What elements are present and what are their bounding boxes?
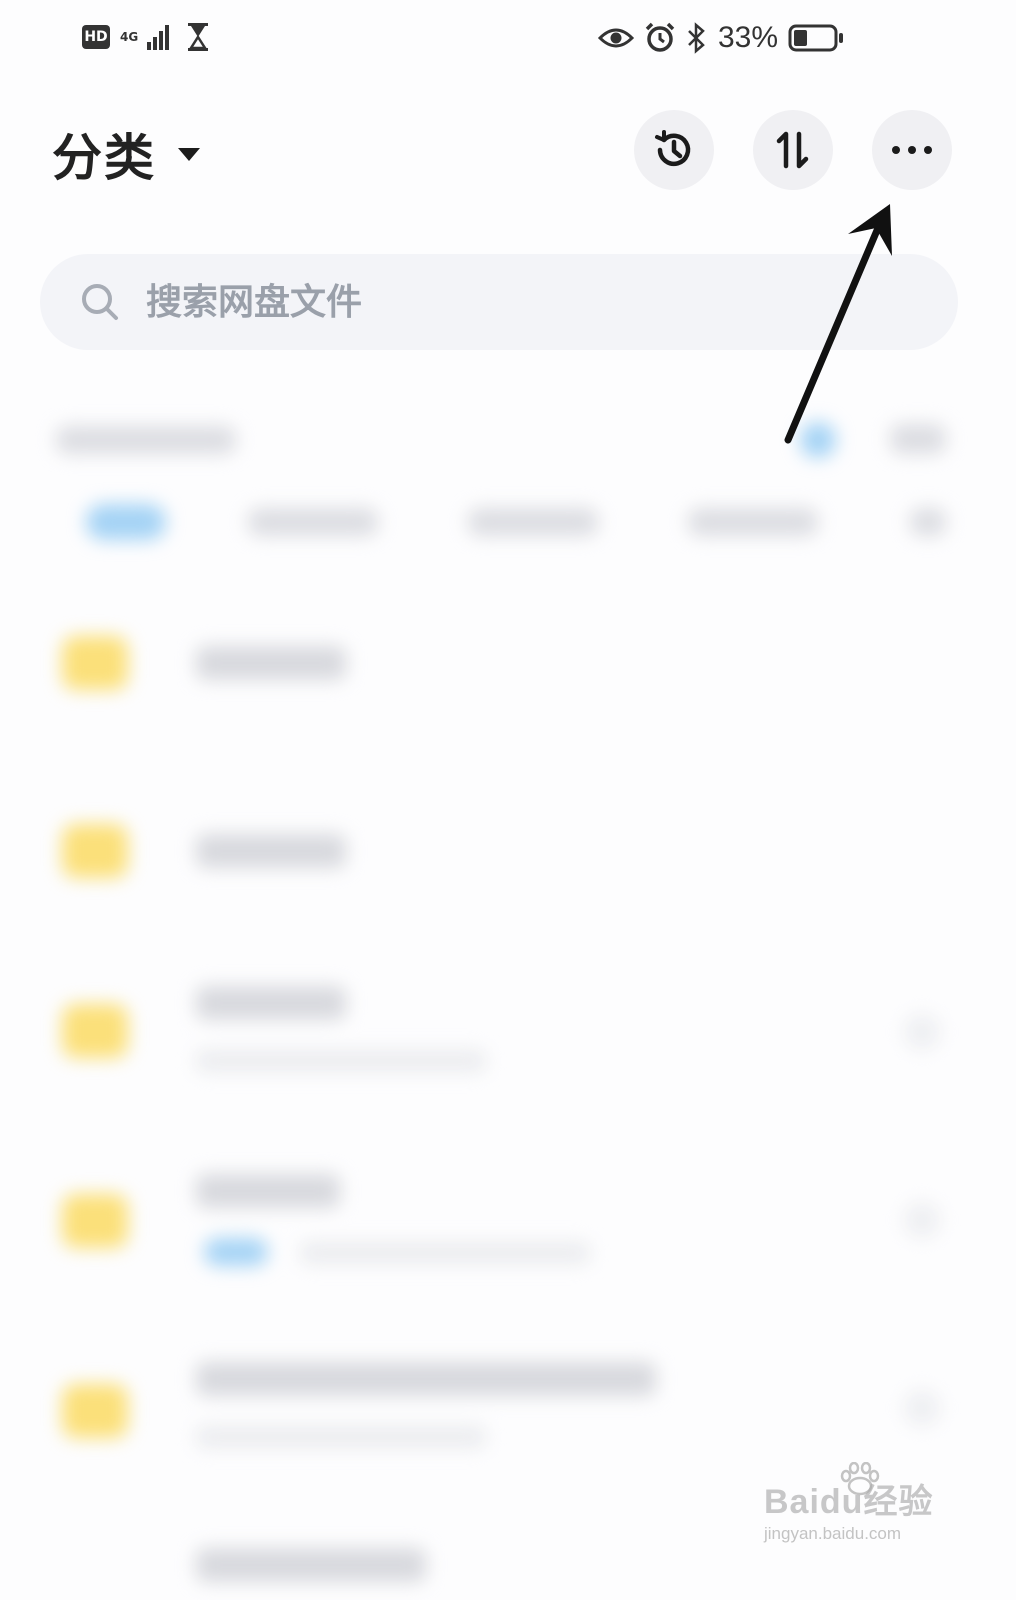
watermark-text: Baidu经验: [764, 1483, 934, 1521]
watermark-url: jingyan.baidu.com: [764, 1524, 902, 1543]
baidu-watermark: Baidu经验 jingyan.baidu.com: [758, 1462, 948, 1558]
annotation-arrow: [784, 204, 892, 444]
